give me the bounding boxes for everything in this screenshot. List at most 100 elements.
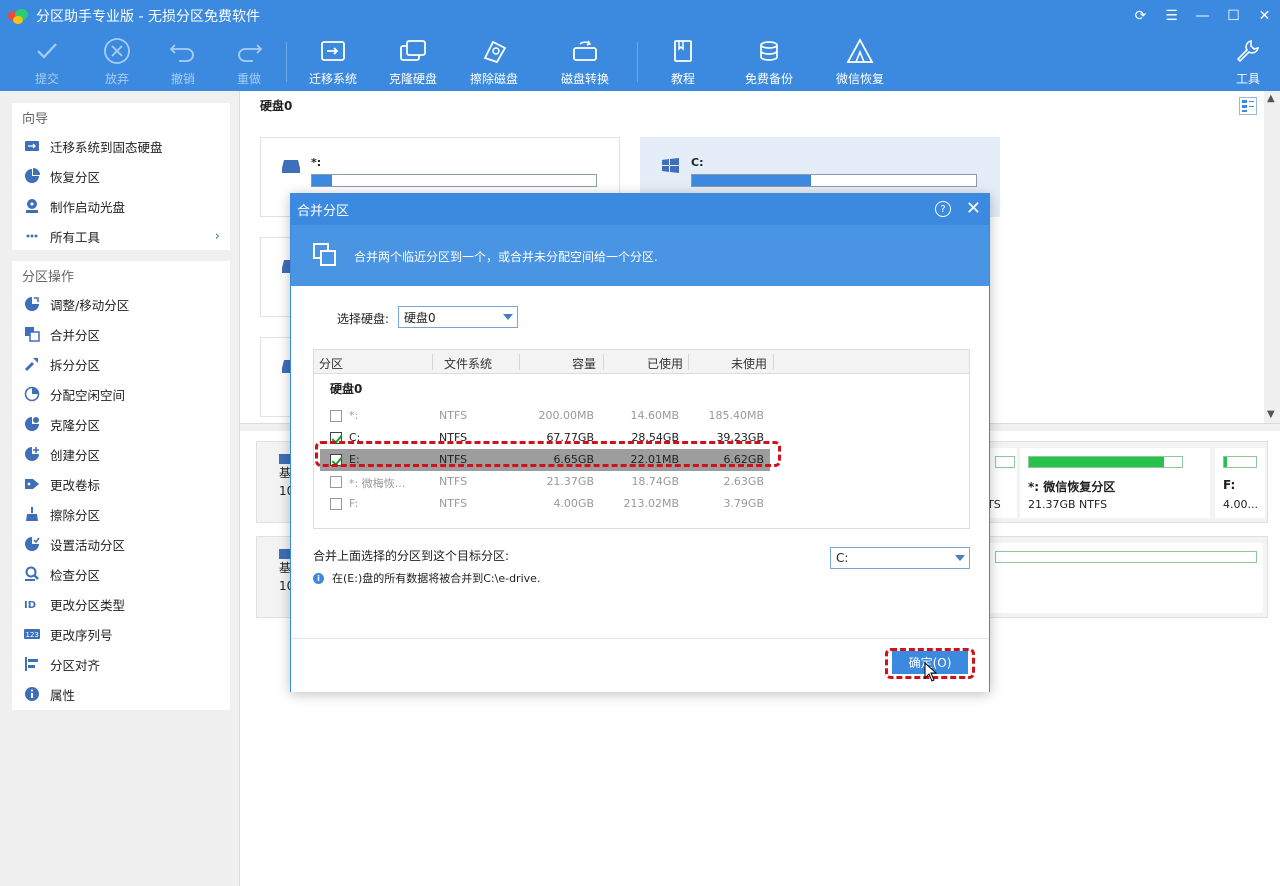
sidebar-item-label: 更改分区类型 <box>50 597 126 613</box>
scroll-up-icon[interactable]: ▲ <box>1267 93 1275 104</box>
minimize-icon[interactable]: — <box>1187 0 1218 32</box>
view-toggle-icon[interactable] <box>1239 97 1257 115</box>
wipe-icon <box>24 506 40 522</box>
cell-partition: *: <box>349 409 359 422</box>
sidebar: 向导 迁移系统到固态硬盘 恢复分区 制作启动光盘 所有工具 › 分区操作 调整/移动分区… <box>0 91 239 886</box>
vertical-scrollbar[interactable]: ▲ ▼ <box>1264 91 1280 423</box>
disk-migrate-icon <box>24 138 40 154</box>
svg-text:ID: ID <box>24 600 36 611</box>
backup-icon <box>754 36 784 66</box>
table-row[interactable]: F: NTFS 4.00GB 213.02MB 3.79GB <box>318 493 968 515</box>
sidebar-op-item[interactable]: 分配空闲空间 <box>12 379 230 409</box>
scroll-down-icon[interactable]: ▼ <box>1267 409 1275 420</box>
cell-free: 185.40MB <box>708 409 764 422</box>
menu-icon[interactable]: ☰ <box>1156 0 1187 32</box>
app-logo-icon <box>8 8 28 24</box>
sidebar-wizard-item[interactable]: 恢复分区 <box>12 161 230 191</box>
sidebar-op-item[interactable]: 克隆分区 <box>12 409 230 439</box>
sidebar-op-item[interactable]: 合并分区 <box>12 319 230 349</box>
partition-unallocated[interactable] <box>987 543 1263 613</box>
sidebar-op-item[interactable]: 调整/移动分区 <box>12 289 230 319</box>
hdd-icon <box>281 158 301 174</box>
redo-button[interactable]: 重做 <box>214 36 284 88</box>
partition-fragment[interactable]: TS <box>987 448 1017 518</box>
sidebar-item-label: 检查分区 <box>50 567 101 583</box>
tools-button[interactable]: 工具 <box>1213 36 1280 88</box>
cell-free: 3.79GB <box>723 497 764 510</box>
row-checkbox[interactable] <box>330 476 342 488</box>
sidebar-op-item[interactable]: 检查分区 <box>12 559 230 589</box>
clone-disk-button[interactable]: 克隆硬盘 <box>378 36 448 88</box>
allocate-icon <box>24 386 40 402</box>
sidebar-op-item[interactable]: 创建分区 <box>12 439 230 469</box>
operations-header: 分区操作 <box>22 269 75 285</box>
clone-icon <box>24 416 40 432</box>
dialog-description: 合并两个临近分区到一个，或合并未分配空间给一个分区. <box>354 250 658 264</box>
sidebar-item-label: 设置活动分区 <box>50 537 126 553</box>
maximize-icon[interactable]: ☐ <box>1218 0 1249 32</box>
sidebar-op-item[interactable]: ID 更改分区类型 <box>12 589 230 619</box>
chevron-right-icon: › <box>214 228 220 244</box>
partition-f[interactable]: F: 4.00... <box>1215 448 1265 518</box>
disk-convert-icon <box>570 36 600 66</box>
help-icon[interactable]: ? <box>935 201 951 217</box>
undo-icon <box>168 36 198 66</box>
boot-disc-icon <box>24 198 40 214</box>
col-free: 未使用 <box>731 357 768 371</box>
partition-wechat-restore[interactable]: *: 微信恢复分区 21.37GB NTFS <box>1020 448 1210 518</box>
discard-button[interactable]: 放弃 <box>82 36 152 88</box>
cell-partition: F: <box>349 497 359 510</box>
sidebar-wizard-item[interactable]: 所有工具 › <box>12 221 230 251</box>
close-window-icon[interactable]: ✕ <box>1249 0 1280 32</box>
serial-icon: 123 <box>24 626 40 642</box>
cell-capacity: 21.37GB <box>546 475 594 488</box>
check-icon <box>24 566 40 582</box>
commit-button[interactable]: 提交 <box>12 36 82 88</box>
sidebar-item-label: 克隆分区 <box>50 417 101 433</box>
title-toolbar: 分区助手专业版 - 无损分区免费软件 ⟳ ☰ — ☐ ✕ 提交 放弃 撤销 重做 <box>0 0 1280 91</box>
window-title-area: 分区助手专业版 - 无损分区免费软件 <box>8 0 260 32</box>
redo-icon <box>234 36 264 66</box>
cell-capacity: 200.00MB <box>538 409 594 422</box>
table-row[interactable]: *: 微梅恢... NTFS 21.37GB 18.74GB 2.63GB <box>318 471 968 493</box>
sidebar-wizard-item[interactable]: 迁移系统到固态硬盘 <box>12 131 230 161</box>
sidebar-op-item[interactable]: 123 更改序列号 <box>12 619 230 649</box>
target-partition-label: 合并上面选择的分区到这个目标分区: <box>313 549 510 563</box>
col-capacity: 容量 <box>572 357 597 371</box>
free-backup-button[interactable]: 免费备份 <box>734 36 804 88</box>
disk-convert-button[interactable]: 磁盘转换 <box>550 36 620 88</box>
close-icon[interactable]: ✕ <box>966 198 981 220</box>
sidebar-op-item[interactable]: 拆分分区 <box>12 349 230 379</box>
target-select-value: C: <box>836 551 849 565</box>
resize-icon <box>24 296 40 312</box>
migrate-os-button[interactable]: 迁移系统 <box>298 36 368 88</box>
row-checkbox[interactable] <box>330 498 342 510</box>
partition-name: C: <box>691 156 704 169</box>
partition-name: F: <box>1223 478 1236 492</box>
windows-logo-icon <box>661 158 681 174</box>
cell-used: 18.74GB <box>631 475 679 488</box>
sidebar-op-item[interactable]: 属性 <box>12 679 230 709</box>
merge-partition-dialog: 合并分区 ? ✕ 合并两个临近分区到一个，或合并未分配空间给一个分区. 选择硬盘… <box>290 193 990 692</box>
row-checkbox[interactable] <box>330 410 342 422</box>
sidebar-op-item[interactable]: 更改卷标 <box>12 469 230 499</box>
undo-button[interactable]: 撤销 <box>148 36 218 88</box>
sidebar-wizard-item[interactable]: 制作启动光盘 <box>12 191 230 221</box>
select-disk-label: 选择硬盘: <box>337 312 390 326</box>
target-partition-select[interactable]: C: <box>830 547 970 569</box>
tutorial-button[interactable]: 教程 <box>648 36 718 88</box>
id-icon: ID <box>24 596 40 612</box>
table-row[interactable]: *: NTFS 200.00MB 14.60MB 185.40MB <box>318 405 968 427</box>
chevron-down-icon <box>503 314 513 320</box>
partition-name: *: <box>311 156 322 169</box>
clone-disk-icon <box>398 36 428 66</box>
wipe-disk-button[interactable]: 擦除磁盘 <box>459 36 529 88</box>
sidebar-op-item[interactable]: 设置活动分区 <box>12 529 230 559</box>
sidebar-item-label: 分配空闲空间 <box>50 387 126 403</box>
wechat-restore-button[interactable]: 微信恢复 <box>825 36 895 88</box>
refresh-icon[interactable]: ⟳ <box>1125 0 1156 32</box>
sidebar-op-item[interactable]: 擦除分区 <box>12 499 230 529</box>
svg-text:123: 123 <box>26 631 39 639</box>
sidebar-op-item[interactable]: 分区对齐 <box>12 649 230 679</box>
disk-select[interactable]: 硬盘0 <box>398 306 518 328</box>
